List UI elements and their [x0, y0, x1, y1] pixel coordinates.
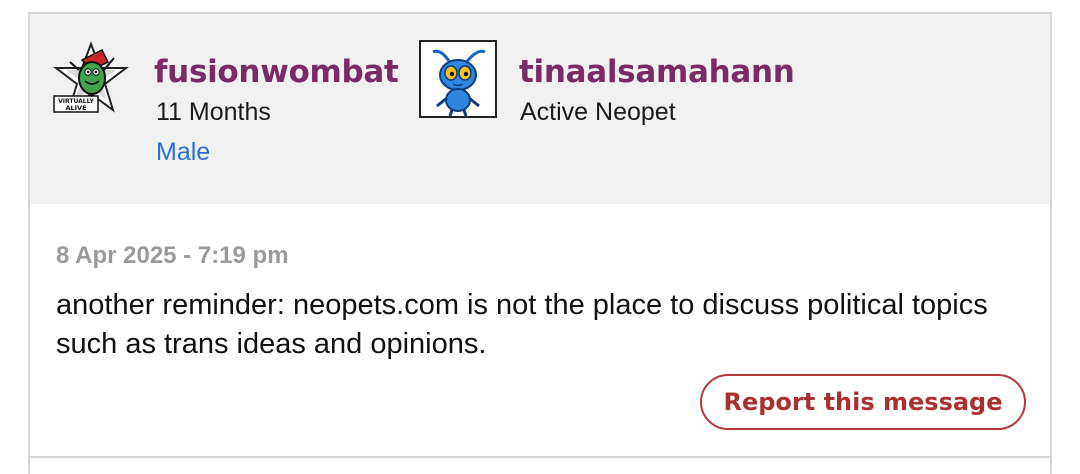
post-author-header: VIRTUALLY ALIVE fusionwombat 11 Months M… — [30, 14, 1050, 204]
author-gender-link[interactable]: Male — [156, 138, 210, 167]
pet-graphic — [421, 42, 495, 116]
pet-status: Active Neopet — [520, 98, 676, 126]
virtually-alive-avatar-icon[interactable]: VIRTUALLY ALIVE — [52, 40, 130, 118]
pet-name-link[interactable]: tinaalsamahann — [519, 54, 795, 90]
forum-post: VIRTUALLY ALIVE fusionwombat 11 Months M… — [28, 12, 1052, 474]
post-divider — [30, 456, 1050, 458]
post-timestamp: 8 Apr 2025 - 7:19 pm — [56, 242, 289, 269]
svg-text:ALIVE: ALIVE — [65, 104, 86, 112]
author-username-link[interactable]: fusionwombat — [154, 54, 399, 90]
author-account-age: 11 Months — [156, 98, 271, 126]
post-message-body: another reminder: neopets.com is not the… — [56, 289, 988, 360]
blue-neopet-icon[interactable] — [419, 40, 497, 118]
report-message-button[interactable]: Report this message — [700, 374, 1026, 430]
avatar-graphic: VIRTUALLY ALIVE — [53, 41, 129, 113]
